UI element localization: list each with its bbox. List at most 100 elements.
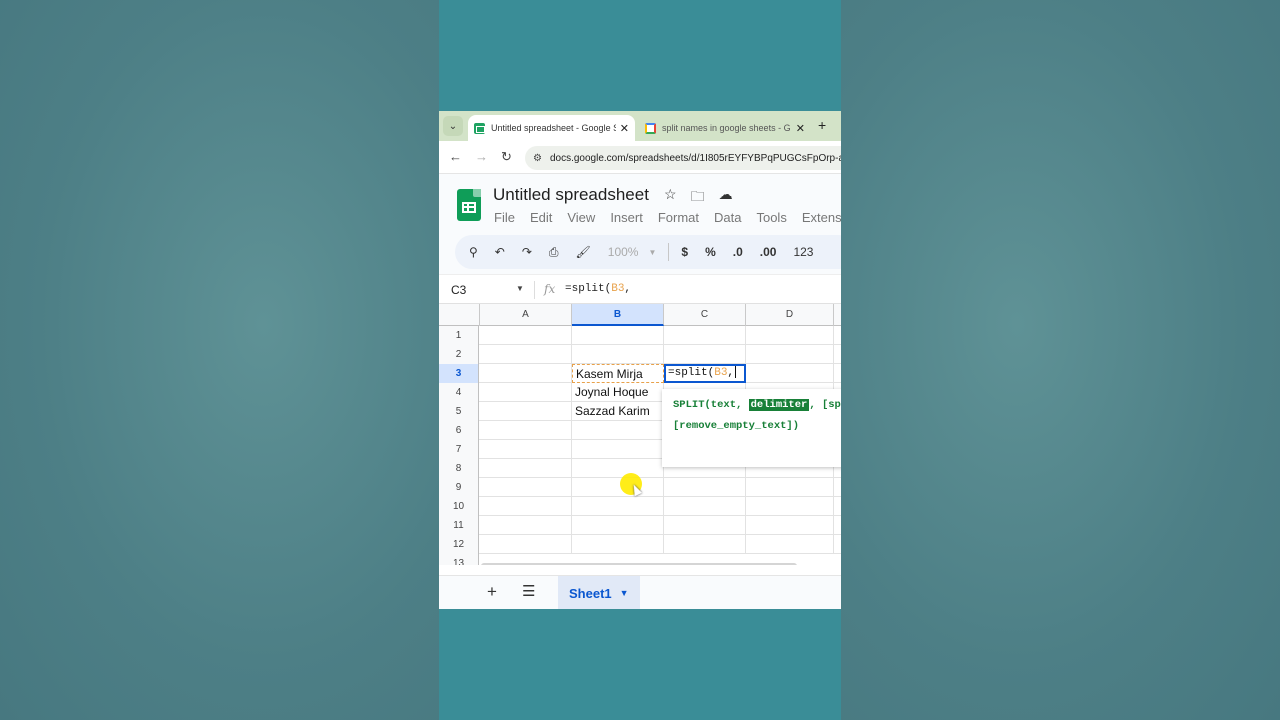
cell[interactable] bbox=[480, 421, 572, 440]
column-header-c[interactable]: C bbox=[664, 304, 746, 326]
name-box[interactable]: C3 bbox=[451, 283, 466, 297]
cell[interactable] bbox=[480, 364, 572, 383]
menu-insert[interactable]: Insert bbox=[610, 210, 643, 225]
cell[interactable] bbox=[572, 478, 664, 497]
back-arrow-icon[interactable]: ← bbox=[449, 149, 462, 164]
column-header-d[interactable]: D bbox=[746, 304, 834, 326]
chevron-down-icon[interactable]: ▼ bbox=[620, 588, 629, 598]
undo-icon[interactable]: ↶ bbox=[495, 245, 505, 259]
paint-format-icon[interactable]: 🖌 bbox=[576, 245, 591, 259]
row-header[interactable]: 12 bbox=[439, 535, 479, 554]
cell[interactable] bbox=[480, 478, 572, 497]
cell[interactable] bbox=[664, 326, 746, 345]
star-icon[interactable]: ☆ bbox=[664, 186, 677, 210]
formula-input[interactable]: =split(B3, bbox=[565, 283, 631, 295]
decrease-decimal-button[interactable]: .0 bbox=[733, 245, 743, 259]
menu-extensions[interactable]: Extensi bbox=[802, 210, 841, 225]
cell[interactable] bbox=[746, 497, 834, 516]
row-header[interactable]: 3 bbox=[439, 364, 479, 383]
cell[interactable] bbox=[480, 440, 572, 459]
cell[interactable] bbox=[480, 459, 572, 478]
chevron-down-icon[interactable]: ▼ bbox=[516, 284, 524, 293]
row-header[interactable]: 13 bbox=[439, 554, 479, 565]
chevron-down-icon[interactable]: ▼ bbox=[648, 248, 656, 257]
cell[interactable] bbox=[480, 497, 572, 516]
row-header[interactable]: 8 bbox=[439, 459, 479, 478]
search-icon[interactable]: ⚲ bbox=[469, 245, 478, 259]
cell[interactable] bbox=[572, 459, 664, 478]
cell[interactable] bbox=[480, 326, 572, 345]
menu-view[interactable]: View bbox=[567, 210, 595, 225]
cell[interactable] bbox=[746, 364, 834, 383]
cell[interactable] bbox=[572, 421, 664, 440]
tab-search-results[interactable]: split names in google sheets - G ✕ bbox=[639, 115, 811, 141]
column-header-a[interactable]: A bbox=[480, 304, 572, 326]
row-header[interactable]: 6 bbox=[439, 421, 479, 440]
cell[interactable] bbox=[746, 478, 834, 497]
cell[interactable] bbox=[480, 383, 572, 402]
cell[interactable] bbox=[480, 535, 572, 554]
row-header[interactable]: 7 bbox=[439, 440, 479, 459]
menu-tools[interactable]: Tools bbox=[756, 210, 786, 225]
row-header[interactable]: 10 bbox=[439, 497, 479, 516]
url-input[interactable]: ⚙ docs.google.com/spreadsheets/d/1I805rE… bbox=[525, 146, 841, 170]
tab-search-button[interactable]: ⌄ bbox=[443, 116, 463, 136]
cell[interactable] bbox=[664, 535, 746, 554]
select-all-corner[interactable] bbox=[439, 304, 480, 326]
cell[interactable] bbox=[746, 516, 834, 535]
cell[interactable] bbox=[572, 326, 664, 345]
percent-format-button[interactable]: % bbox=[705, 245, 716, 259]
site-info-icon[interactable]: ⚙ bbox=[533, 153, 542, 164]
active-cell-c3[interactable]: =split(B3, bbox=[664, 364, 746, 383]
reload-icon[interactable]: ↻ bbox=[501, 149, 512, 165]
cell[interactable] bbox=[746, 535, 834, 554]
zoom-select[interactable]: 100% bbox=[608, 245, 639, 259]
forward-arrow-icon[interactable]: → bbox=[475, 149, 488, 164]
new-tab-icon[interactable]: + bbox=[818, 117, 826, 133]
cell[interactable] bbox=[572, 535, 664, 554]
cell[interactable] bbox=[746, 345, 834, 364]
increase-decimal-button[interactable]: .00 bbox=[760, 245, 777, 259]
cell[interactable] bbox=[480, 402, 572, 421]
cell[interactable] bbox=[664, 516, 746, 535]
spreadsheet-grid[interactable]: A B C D 1 2 3 Kasem Mirja =split(B3, 4 J… bbox=[439, 304, 841, 565]
row-header[interactable]: 11 bbox=[439, 516, 479, 535]
cloud-saved-icon[interactable]: ☁ bbox=[719, 186, 733, 210]
row-header[interactable]: 2 bbox=[439, 345, 479, 364]
tab-spreadsheet[interactable]: Untitled spreadsheet - Google S ✕ bbox=[468, 115, 635, 141]
horizontal-scrollbar[interactable] bbox=[481, 563, 797, 565]
cell-b4[interactable]: Joynal Hoque bbox=[572, 383, 664, 402]
cell[interactable] bbox=[572, 440, 664, 459]
cell[interactable] bbox=[664, 345, 746, 364]
cell[interactable] bbox=[572, 516, 664, 535]
cell[interactable] bbox=[480, 345, 572, 364]
menu-format[interactable]: Format bbox=[658, 210, 699, 225]
cell[interactable] bbox=[664, 478, 746, 497]
tab-sheet1[interactable]: Sheet1 ▼ bbox=[558, 576, 640, 609]
redo-icon[interactable]: ↷ bbox=[522, 245, 532, 259]
row-header[interactable]: 9 bbox=[439, 478, 479, 497]
cell[interactable] bbox=[572, 345, 664, 364]
document-title[interactable]: Untitled spreadsheet bbox=[493, 185, 649, 205]
number-format-button[interactable]: 123 bbox=[793, 245, 813, 259]
row-header[interactable]: 1 bbox=[439, 326, 479, 345]
row-header[interactable]: 5 bbox=[439, 402, 479, 421]
close-icon[interactable]: ✕ bbox=[620, 122, 629, 135]
cell[interactable] bbox=[572, 497, 664, 516]
menu-data[interactable]: Data bbox=[714, 210, 741, 225]
sheets-logo-icon[interactable] bbox=[457, 189, 481, 221]
cell-b3[interactable]: Kasem Mirja bbox=[572, 364, 664, 383]
cell[interactable] bbox=[480, 516, 572, 535]
column-header-b[interactable]: B bbox=[572, 304, 664, 326]
all-sheets-icon[interactable]: ☰ bbox=[522, 582, 535, 600]
currency-format-button[interactable]: $ bbox=[681, 245, 688, 259]
print-icon[interactable]: ⎙ bbox=[549, 245, 559, 260]
menu-file[interactable]: File bbox=[494, 210, 515, 225]
menu-edit[interactable]: Edit bbox=[530, 210, 552, 225]
cell[interactable] bbox=[746, 326, 834, 345]
move-folder-icon[interactable]: 🗀 bbox=[691, 186, 705, 210]
add-sheet-icon[interactable]: + bbox=[487, 582, 497, 602]
cell-b5[interactable]: Sazzad Karim bbox=[572, 402, 664, 421]
cell[interactable] bbox=[664, 497, 746, 516]
row-header[interactable]: 4 bbox=[439, 383, 479, 402]
